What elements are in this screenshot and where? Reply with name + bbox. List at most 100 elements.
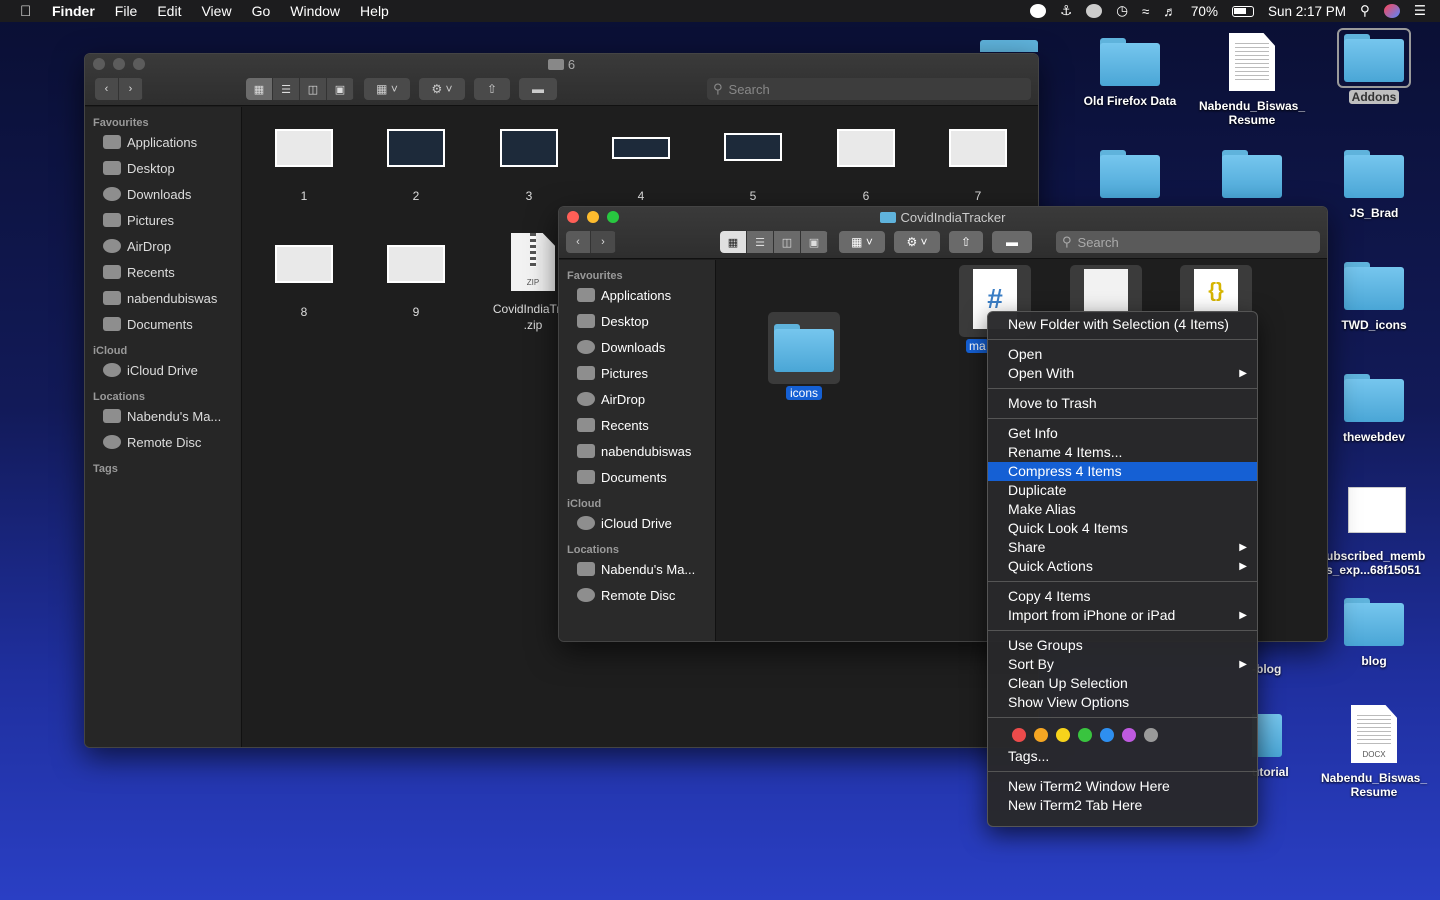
time-machine-icon[interactable]: ◷ xyxy=(1116,3,1128,19)
menu-item-open[interactable]: Open xyxy=(988,345,1257,364)
sidebar-item-downloads[interactable]: Downloads xyxy=(559,334,715,360)
sidebar-item-downloads[interactable]: Downloads xyxy=(85,181,241,207)
column-view-icon[interactable]: ◫ xyxy=(774,231,801,253)
sidebar-item-applications[interactable]: Applications xyxy=(559,282,715,308)
menu-help[interactable]: Help xyxy=(360,3,389,19)
desktop-folder-blog[interactable]: blog xyxy=(1314,598,1434,668)
file-item[interactable]: 6 xyxy=(810,129,922,203)
back-button[interactable]: ‹ xyxy=(566,231,591,253)
file-item[interactable]: 8 xyxy=(248,245,360,319)
status-app-icon[interactable] xyxy=(1030,4,1047,18)
tag-blue-dot[interactable] xyxy=(1100,728,1114,742)
forward-button[interactable]: › xyxy=(591,231,616,253)
menu-item-duplicate[interactable]: Duplicate xyxy=(988,481,1257,500)
tags-button[interactable]: ▬ xyxy=(519,78,557,100)
sidebar-item-desktop[interactable]: Desktop xyxy=(559,308,715,334)
menu-go[interactable]: Go xyxy=(252,3,271,19)
desktop-folder[interactable] xyxy=(1192,150,1312,206)
wifi-icon[interactable]: ≈ xyxy=(1142,4,1149,19)
sidebar-item-pictures[interactable]: Pictures xyxy=(85,207,241,233)
menu-item-clean-up-selection[interactable]: Clean Up Selection xyxy=(988,674,1257,693)
sidebar-item-remote-disc[interactable]: Remote Disc xyxy=(85,429,241,455)
tag-green-dot[interactable] xyxy=(1078,728,1092,742)
menu-item-make-alias[interactable]: Make Alias xyxy=(988,500,1257,519)
sidebar-item-icloud-drive[interactable]: iCloud Drive xyxy=(85,357,241,383)
action-button[interactable]: ⚙ ˅ xyxy=(419,78,465,100)
file-item[interactable]: 1 xyxy=(248,129,360,203)
desktop-folder[interactable] xyxy=(1070,150,1190,206)
creative-cloud-icon[interactable] xyxy=(1086,4,1103,18)
sidebar-item-recents[interactable]: Recents xyxy=(85,259,241,285)
menu-item-import-from-iphone[interactable]: Import from iPhone or iPad ▶ xyxy=(988,606,1257,625)
menu-item-tags[interactable]: Tags... xyxy=(988,747,1257,766)
sidebar-item-airdrop[interactable]: AirDrop xyxy=(85,233,241,259)
apple-menu-icon[interactable]:  xyxy=(20,3,40,20)
sidebar-item-recents[interactable]: Recents xyxy=(559,412,715,438)
sidebar-item-documents[interactable]: Documents xyxy=(85,311,241,337)
search-input[interactable]: ⚲ Search xyxy=(1056,231,1320,253)
menu-item-open-with[interactable]: Open With ▶ xyxy=(988,364,1257,383)
tag-orange-dot[interactable] xyxy=(1034,728,1048,742)
desktop-folder-old-firefox-data[interactable]: Old Firefox Data xyxy=(1070,38,1190,108)
sidebar-item-documents[interactable]: Documents xyxy=(559,464,715,490)
menu-finder[interactable]: Finder xyxy=(52,3,95,19)
menu-item-move-to-trash[interactable]: Move to Trash xyxy=(988,394,1257,413)
desktop-file-subscribed-members[interactable]: ubscribed_memb s_exp...68f15051 xyxy=(1314,487,1440,577)
menu-item-copy[interactable]: Copy 4 Items xyxy=(988,587,1257,606)
group-by-button[interactable]: ▦ ˅ xyxy=(839,231,885,253)
desktop-doc-resume-docx[interactable]: DOCX Nabendu_Biswas_ Resume xyxy=(1314,705,1434,799)
file-item[interactable]: 7 xyxy=(922,129,1034,203)
battery-percent[interactable]: 70% xyxy=(1191,4,1218,19)
menu-item-quick-actions[interactable]: Quick Actions ▶ xyxy=(988,557,1257,576)
clock[interactable]: Sun 2:17 PM xyxy=(1268,4,1346,19)
list-view-icon[interactable]: ☰ xyxy=(747,231,774,253)
file-item-selected[interactable]: {} xyxy=(1180,265,1252,313)
sidebar-item-applications[interactable]: Applications xyxy=(85,129,241,155)
icon-view-icon[interactable]: ▦ xyxy=(246,78,273,100)
file-item[interactable]: 4 xyxy=(585,137,697,203)
sidebar-item-remote-disc[interactable]: Remote Disc xyxy=(559,582,715,608)
gallery-view-icon[interactable]: ▣ xyxy=(327,78,354,100)
sidebar-item-macbook[interactable]: Nabendu's Ma... xyxy=(85,403,241,429)
folder-item-icons[interactable] xyxy=(768,312,840,384)
menu-item-share[interactable]: Share ▶ xyxy=(988,538,1257,557)
file-item[interactable]: 3 xyxy=(473,129,585,203)
tag-gray-dot[interactable] xyxy=(1144,728,1158,742)
menu-item-get-info[interactable]: Get Info xyxy=(988,424,1257,443)
battery-icon[interactable] xyxy=(1231,5,1254,17)
share-button[interactable]: ⇧ xyxy=(474,78,510,100)
menu-view[interactable]: View xyxy=(201,3,231,19)
sidebar-item-desktop[interactable]: Desktop xyxy=(85,155,241,181)
menu-item-use-groups[interactable]: Use Groups xyxy=(988,636,1257,655)
sidebar-item-airdrop[interactable]: AirDrop xyxy=(559,386,715,412)
menu-item-quick-look[interactable]: Quick Look 4 Items xyxy=(988,519,1257,538)
docker-icon[interactable]: ⚓ xyxy=(1060,3,1072,19)
icon-view-icon[interactable]: ▦ xyxy=(720,231,747,253)
siri-icon[interactable] xyxy=(1383,4,1400,18)
menu-item-new-iterm2-tab[interactable]: New iTerm2 Tab Here xyxy=(988,796,1257,815)
file-item[interactable]: 2 xyxy=(360,129,472,203)
sidebar-item-home[interactable]: nabendubiswas xyxy=(85,285,241,311)
gallery-view-icon[interactable]: ▣ xyxy=(801,231,828,253)
sidebar-item-home[interactable]: nabendubiswas xyxy=(559,438,715,464)
menu-item-show-view-options[interactable]: Show View Options xyxy=(988,693,1257,712)
desktop-folder-thewebdev[interactable]: thewebdev xyxy=(1314,374,1434,444)
sidebar-item-pictures[interactable]: Pictures xyxy=(559,360,715,386)
menu-item-rename[interactable]: Rename 4 Items... xyxy=(988,443,1257,462)
desktop-folder-addons[interactable]: Addons xyxy=(1314,28,1434,104)
sidebar-item-macbook[interactable]: Nabendu's Ma... xyxy=(559,556,715,582)
desktop-folder-twd-icons[interactable]: TWD_icons xyxy=(1314,262,1434,332)
file-item[interactable]: 5 xyxy=(697,133,809,203)
desktop-folder-partial[interactable]: utorial xyxy=(1252,714,1312,779)
sidebar-item-icloud-drive[interactable]: iCloud Drive xyxy=(559,510,715,536)
notification-center-icon[interactable]: ☰ xyxy=(1414,3,1426,19)
tag-purple-dot[interactable] xyxy=(1122,728,1136,742)
file-item-selected[interactable] xyxy=(1070,265,1142,313)
list-view-icon[interactable]: ☰ xyxy=(273,78,300,100)
file-item[interactable]: 9 xyxy=(360,245,472,319)
menu-item-new-iterm2-window[interactable]: New iTerm2 Window Here xyxy=(988,777,1257,796)
column-view-icon[interactable]: ◫ xyxy=(300,78,327,100)
desktop-doc-resume[interactable]: Nabendu_Biswas_ Resume xyxy=(1192,33,1312,127)
forward-button[interactable]: › xyxy=(119,78,143,100)
desktop-item-partial-blog[interactable]: -blog xyxy=(1252,662,1312,676)
